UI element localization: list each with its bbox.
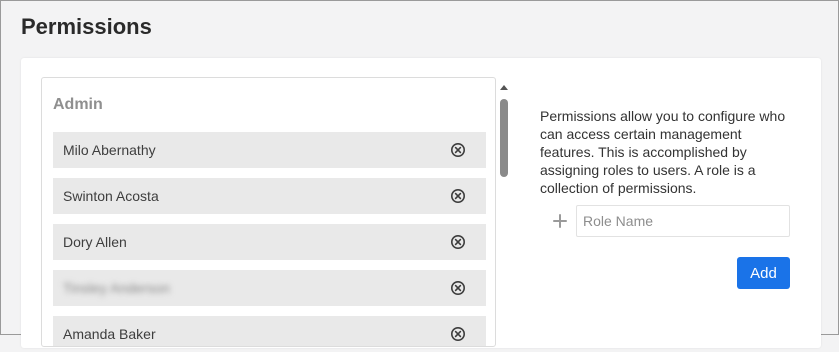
page-title: Permissions <box>21 14 152 39</box>
user-row: Amanda Baker <box>53 316 486 346</box>
add-role-button[interactable]: Add <box>737 257 790 289</box>
scrollbar-thumb[interactable] <box>500 99 508 177</box>
info-panel: Permissions allow you to configure who c… <box>540 107 795 289</box>
user-list: Milo Abernathy Swinton Acosta Dory Allen… <box>53 132 486 346</box>
user-row: Dory Allen <box>53 224 486 260</box>
permissions-description: Permissions allow you to configure who c… <box>540 108 786 196</box>
permissions-card: Admin Milo Abernathy Swinton Acosta Dory… <box>21 58 821 348</box>
remove-user-icon[interactable] <box>450 142 466 158</box>
remove-user-icon[interactable] <box>450 234 466 250</box>
user-name: Tinsley Anderson <box>63 280 170 296</box>
user-list-scrollbar[interactable] <box>497 82 511 352</box>
scroll-up-arrow-icon[interactable] <box>500 85 508 90</box>
remove-user-icon[interactable] <box>450 326 466 342</box>
remove-user-icon[interactable] <box>450 188 466 204</box>
role-name-input[interactable] <box>576 205 790 237</box>
role-title: Admin <box>53 96 103 113</box>
role-panel: Admin Milo Abernathy Swinton Acosta Dory… <box>41 77 496 347</box>
user-row: Swinton Acosta <box>53 178 486 214</box>
add-role-row <box>552 205 790 237</box>
user-name: Milo Abernathy <box>63 142 156 158</box>
user-name: Swinton Acosta <box>63 188 159 204</box>
remove-user-icon[interactable] <box>450 280 466 296</box>
user-row: Tinsley Anderson <box>53 270 486 306</box>
user-row: Milo Abernathy <box>53 132 486 168</box>
plus-icon[interactable] <box>552 213 568 229</box>
user-name: Dory Allen <box>63 234 127 250</box>
user-name: Amanda Baker <box>63 326 156 342</box>
